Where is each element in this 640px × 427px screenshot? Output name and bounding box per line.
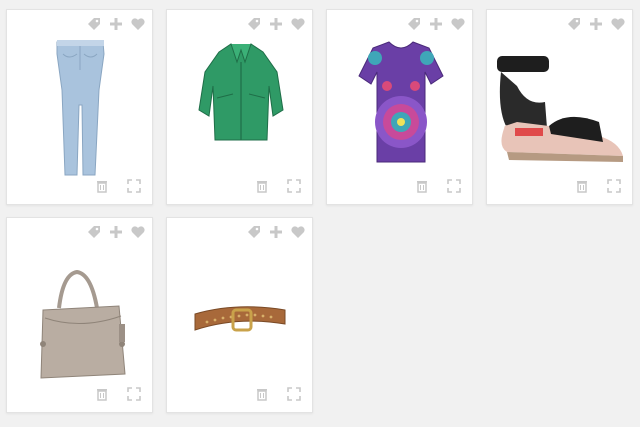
expand-icon[interactable] [286, 386, 302, 402]
product-card-sandal[interactable] [486, 9, 633, 205]
tag-icon[interactable] [86, 16, 102, 32]
product-card-bag[interactable] [6, 217, 153, 413]
green-leather-jacket-image[interactable] [167, 10, 314, 206]
jeans-image[interactable] [7, 10, 154, 206]
heart-icon[interactable] [450, 16, 466, 32]
expand-icon[interactable] [286, 178, 302, 194]
plus-icon[interactable] [428, 16, 444, 32]
plus-icon[interactable] [588, 16, 604, 32]
product-card-jeans[interactable] [6, 9, 153, 205]
expand-icon[interactable] [126, 386, 142, 402]
expand-icon[interactable] [126, 178, 142, 194]
handbag-image[interactable] [7, 218, 154, 414]
tag-icon[interactable] [406, 16, 422, 32]
trash-icon[interactable] [414, 178, 430, 194]
product-card-jacket[interactable] [166, 9, 313, 205]
trash-icon[interactable] [574, 178, 590, 194]
heart-icon[interactable] [130, 16, 146, 32]
tag-icon[interactable] [86, 224, 102, 240]
product-card-belt[interactable] [166, 217, 313, 413]
heart-icon[interactable] [610, 16, 626, 32]
expand-icon[interactable] [446, 178, 462, 194]
plus-icon[interactable] [108, 224, 124, 240]
tag-icon[interactable] [566, 16, 582, 32]
tag-icon[interactable] [246, 16, 262, 32]
heart-icon[interactable] [290, 224, 306, 240]
belt-image[interactable] [167, 218, 314, 414]
trash-icon[interactable] [254, 386, 270, 402]
trash-icon[interactable] [254, 178, 270, 194]
tag-icon[interactable] [246, 224, 262, 240]
expand-icon[interactable] [606, 178, 622, 194]
heart-icon[interactable] [290, 16, 306, 32]
trash-icon[interactable] [94, 178, 110, 194]
trash-icon[interactable] [94, 386, 110, 402]
patterned-top-image[interactable] [327, 10, 474, 206]
sandal-image[interactable] [487, 10, 634, 206]
product-card-top[interactable] [326, 9, 473, 205]
plus-icon[interactable] [108, 16, 124, 32]
heart-icon[interactable] [130, 224, 146, 240]
plus-icon[interactable] [268, 224, 284, 240]
plus-icon[interactable] [268, 16, 284, 32]
product-grid [0, 0, 640, 427]
